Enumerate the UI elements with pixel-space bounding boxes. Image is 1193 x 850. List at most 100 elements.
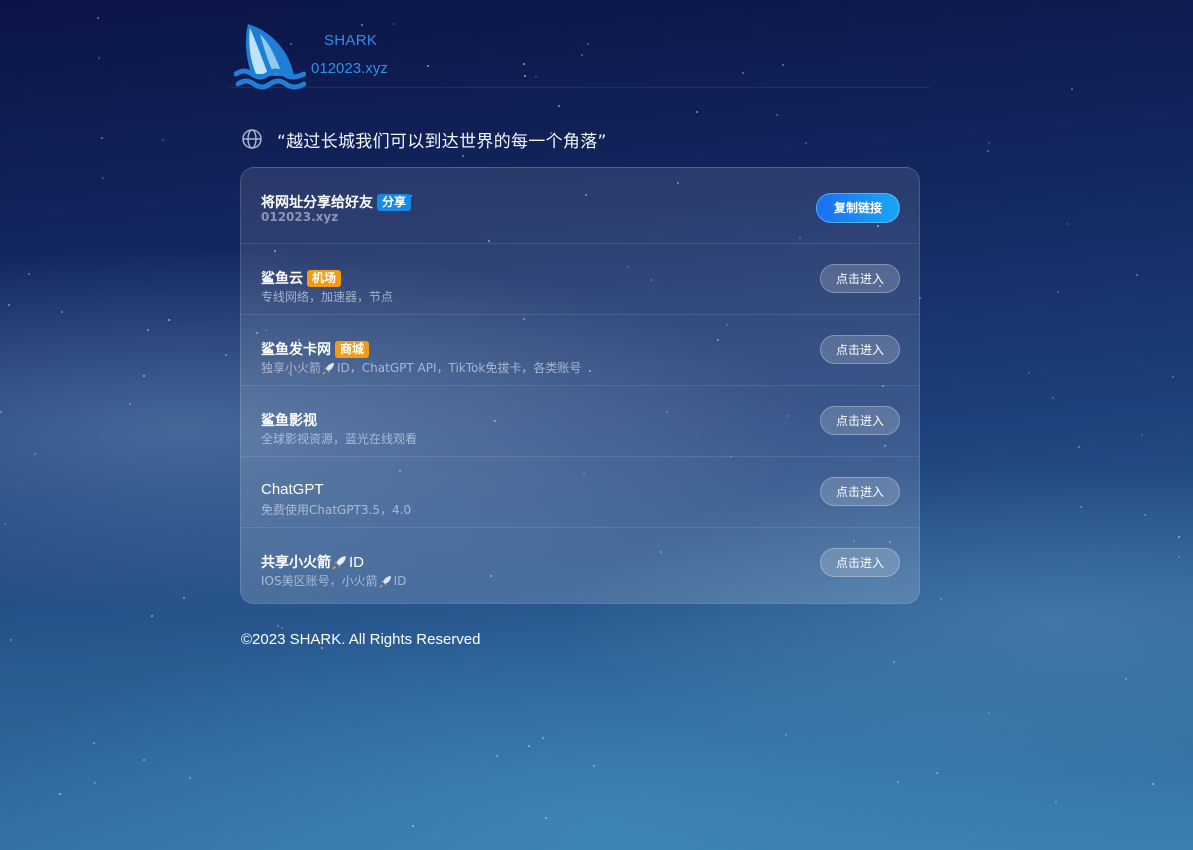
star-dot: [897, 781, 899, 783]
row-title-text: 将网址分享给好友: [261, 195, 373, 211]
row-subtitle-part: ID: [393, 573, 407, 588]
star-dot: [102, 177, 104, 179]
star-dot: [97, 17, 99, 19]
row-subtitle-part: IOS美区账号，小火箭: [261, 574, 378, 588]
copy-link-button[interactable]: 复制链接: [816, 193, 900, 223]
rocket-icon: [332, 556, 346, 570]
star-dot: [61, 311, 63, 313]
footer-copyright: ©2023 SHARK. All Rights Reserved: [241, 631, 481, 648]
row-subtitle-part: 独享小火箭: [261, 361, 322, 375]
star-dot: [98, 57, 100, 59]
row-title: 将网址分享给好友 分享: [261, 192, 412, 212]
enter-button[interactable]: 点击进入: [820, 477, 900, 506]
star-dot: [593, 765, 595, 767]
row-title: 共享小火箭 ID: [261, 552, 364, 572]
star-dot: [59, 793, 61, 795]
list-item-chatgpt[interactable]: ChatGPT 免费使用ChatGPT3.5，4.0 点击进入: [241, 456, 919, 528]
rocket-icon: [322, 362, 335, 375]
star-dot: [101, 137, 103, 139]
brand-name[interactable]: SHARK: [324, 32, 377, 49]
star-dot: [1066, 223, 1068, 225]
row-title-text: 共享小火箭: [261, 555, 331, 571]
row-subtitle: 免费使用ChatGPT3.5，4.0: [261, 503, 412, 517]
star-dot: [162, 139, 164, 141]
star-dot: [1052, 397, 1054, 399]
list-item-share: 将网址分享给好友 分享 012023.xyz 复制链接: [241, 168, 919, 243]
star-dot: [0, 411, 2, 413]
star-dot: [281, 627, 283, 629]
star-dot: [129, 403, 131, 405]
star-dot: [528, 745, 530, 747]
star-dot: [189, 777, 191, 779]
row-subtitle: 独享小火箭 ID，ChatGPT API，TikTok免拔卡，各类账号: [261, 359, 581, 376]
star-dot: [940, 598, 942, 600]
star-dot: [4, 523, 6, 525]
star-dot: [1136, 274, 1138, 276]
star-dot: [93, 742, 95, 744]
star-dot: [805, 142, 807, 144]
list-item-shared-rocket[interactable]: 共享小火箭 ID IOS美区账号，小火箭 ID 点击进入: [241, 527, 919, 599]
shark-fin-logo[interactable]: [234, 20, 306, 90]
star-dot: [168, 319, 170, 321]
star-dot: [10, 639, 12, 641]
star-dot: [1141, 434, 1143, 436]
motto: “越过长城我们可以到达世界的每一个角落”: [241, 127, 607, 152]
row-subtitle: IOS美区账号，小火箭 ID: [261, 572, 406, 589]
list-item-shark-video[interactable]: 鲨鱼影视 全球影视资源，蓝光在线观看 点击进入: [241, 385, 919, 457]
tag-badge: 分享: [377, 193, 412, 211]
star-dot: [183, 597, 185, 599]
row-title: ChatGPT: [261, 481, 324, 498]
star-dot: [1144, 514, 1146, 516]
star-dot: [34, 453, 36, 455]
star-dot: [143, 375, 145, 377]
site-header: SHARK 012023.xyz: [230, 14, 930, 90]
row-subtitle: 专线网络，加速器，节点: [261, 290, 394, 304]
star-dot: [558, 105, 560, 107]
star-dot: [1178, 556, 1180, 558]
row-title: 鲨鱼影视: [261, 410, 317, 430]
list-item-card-shop[interactable]: 鲨鱼发卡网 商城 独享小火箭 ID，ChatGPT API，TikTok免拔卡，…: [241, 314, 919, 386]
star-dot: [151, 615, 153, 617]
star-dot: [277, 625, 279, 627]
star-dot: [1125, 678, 1127, 680]
brand-domain[interactable]: 012023.xyz: [311, 60, 388, 77]
star-dot: [462, 155, 464, 157]
star-dot: [94, 782, 96, 784]
list-item-shark-cloud[interactable]: 鲨鱼云 机场 专线网络，加速器，节点 点击进入: [241, 243, 919, 315]
star-dot: [412, 825, 414, 827]
enter-button[interactable]: 点击进入: [820, 406, 900, 435]
row-subtitle-part: ID，ChatGPT API，TikTok免拔卡，各类账号: [337, 361, 582, 375]
enter-button[interactable]: 点击进入: [820, 548, 900, 577]
star-dot: [8, 304, 10, 306]
row-subtitle: 012023.xyz: [261, 210, 339, 224]
enter-button[interactable]: 点击进入: [820, 264, 900, 293]
row-title-text: ChatGPT: [261, 481, 324, 498]
row-title-text: 鲨鱼影视: [261, 413, 317, 429]
star-dot: [545, 817, 547, 819]
star-dot: [1080, 506, 1082, 508]
star-dot: [785, 734, 787, 736]
row-subtitle: 全球影视资源，蓝光在线观看: [261, 432, 418, 446]
row-title: 鲨鱼云 机场: [261, 268, 342, 288]
tag-badge: 机场: [307, 269, 342, 287]
star-dot: [1055, 801, 1057, 803]
star-dot: [143, 759, 145, 761]
star-dot: [225, 354, 227, 356]
star-dot: [496, 755, 498, 757]
star-dot: [1172, 376, 1174, 378]
links-card: 将网址分享给好友 分享 012023.xyz 复制链接 鲨鱼云 机场 专线网络，…: [240, 167, 920, 604]
motto-text: “越过长城我们可以到达世界的每一个角落”: [277, 131, 607, 152]
rocket-icon: [379, 575, 391, 588]
star-dot: [1078, 446, 1080, 448]
star-dot: [988, 712, 990, 714]
row-title-text: 鲨鱼发卡网: [261, 342, 331, 358]
row-title-text: 鲨鱼云: [261, 271, 303, 287]
enter-button[interactable]: 点击进入: [820, 335, 900, 364]
star-dot: [987, 150, 989, 152]
star-dot: [542, 737, 544, 739]
star-dot: [936, 772, 938, 774]
star-dot: [776, 114, 778, 116]
row-title-text: ID: [349, 553, 364, 571]
globe-icon: [242, 129, 262, 149]
star-dot: [1178, 536, 1180, 538]
